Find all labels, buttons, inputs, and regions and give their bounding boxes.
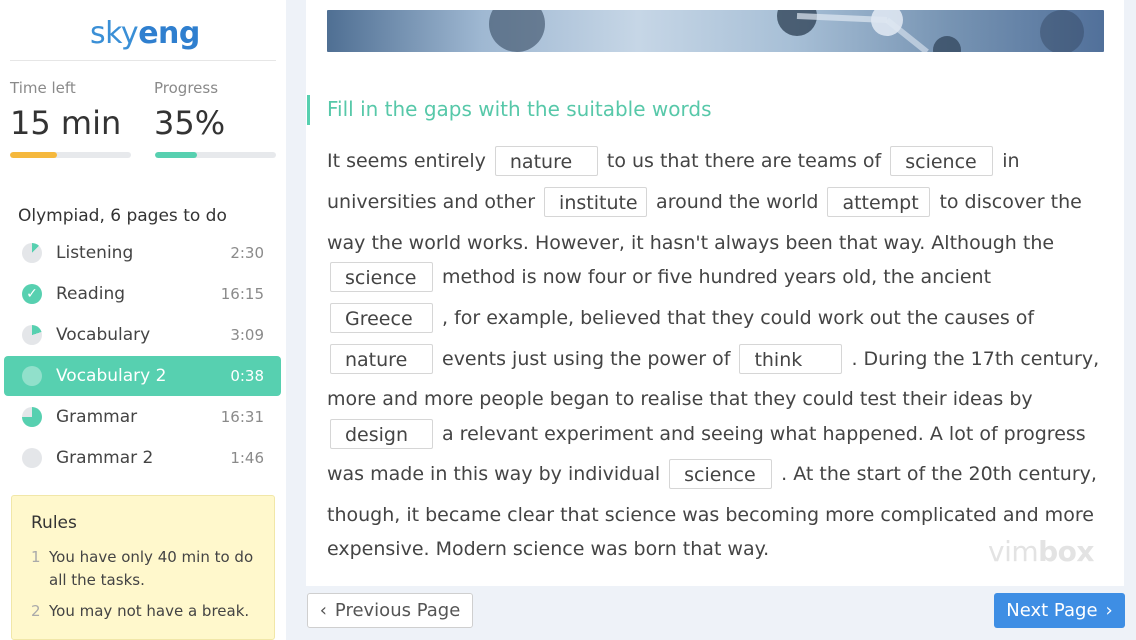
time-left-bar	[10, 152, 131, 158]
gap-answer[interactable]: nature	[494, 146, 598, 176]
task-name: Listening	[56, 243, 134, 263]
passage-text: way the world works. However, it hasn't …	[327, 232, 1055, 254]
task-name: Grammar	[56, 407, 138, 427]
progress-label: Progress	[154, 79, 219, 97]
section-title: Olympiad, 6 pages to do	[18, 206, 227, 226]
task-grammar-2[interactable]: Grammar 2 1:46	[4, 438, 281, 478]
gap-answer[interactable]: science	[669, 459, 773, 489]
next-page-label: Next Page	[1006, 600, 1098, 621]
gap-answer[interactable]: science	[330, 262, 433, 292]
gap-answer[interactable]: attempt	[827, 187, 931, 217]
passage-text: . At the start of the 20th century,	[781, 463, 1097, 485]
passage-text: method is now four or five hundred years…	[442, 266, 992, 288]
sidebar: skyeng Time left 15 min Progress 35% Oly…	[0, 0, 286, 640]
divider	[10, 60, 276, 61]
banner-image	[327, 10, 1104, 52]
time-left-value: 15 min	[10, 104, 122, 142]
rule-number: 1	[31, 548, 41, 566]
passage-line: though, it became clear that science was…	[327, 499, 1094, 531]
passage-text: expensive. Modern science was born that …	[327, 538, 770, 560]
task-name: Reading	[56, 284, 126, 304]
task-name: Grammar 2	[56, 448, 154, 468]
passage-text: more and more people began to realise th…	[327, 388, 1033, 410]
passage-text: , for example, believed that they could …	[442, 307, 1035, 329]
pie-progress-icon	[22, 243, 42, 263]
task-vocabulary[interactable]: Vocabulary 3:09	[4, 315, 281, 355]
task-name: Vocabulary	[56, 325, 151, 345]
gap-answer[interactable]: science	[890, 146, 994, 176]
circle-icon	[22, 448, 42, 468]
previous-page-label: Previous Page	[334, 600, 461, 621]
passage-text: was made in this way by individual	[327, 463, 661, 485]
watermark-text-box: box	[1038, 535, 1094, 568]
passage-line: was made in this way by individual scien…	[327, 458, 1097, 490]
passage-line: way the world works. However, it hasn't …	[327, 227, 1054, 259]
instruction-heading: Fill in the gaps with the suitable words	[327, 97, 712, 121]
chevron-right-icon: ›	[1105, 600, 1113, 621]
task-time: 16:15	[220, 285, 264, 303]
gap-answer[interactable]: design	[330, 419, 433, 449]
rules-title: Rules	[31, 513, 77, 533]
gap-answer[interactable]: Greece	[330, 303, 433, 333]
task-time: 0:38	[230, 367, 264, 385]
passage-text: universities and other	[327, 191, 536, 213]
pie-progress-icon	[22, 407, 42, 427]
passage-text: to us that there are teams of	[606, 150, 882, 172]
watermark-text-vim: vim	[988, 535, 1039, 568]
task-vocabulary-2[interactable]: Vocabulary 2 0:38	[4, 356, 281, 396]
task-listening[interactable]: Listening 2:30	[4, 233, 281, 273]
rule-text: You may not have a break.	[49, 602, 250, 620]
progress-value: 35%	[154, 104, 226, 142]
progress-bar-fill	[155, 152, 198, 158]
instruction-accent	[307, 95, 310, 125]
task-time: 2:30	[230, 244, 264, 262]
pie-progress-icon	[22, 325, 42, 345]
passage-text: in	[1002, 150, 1020, 172]
passage-text: around the world	[656, 191, 819, 213]
rule-number: 2	[31, 602, 41, 620]
passage-line: nature events just using the power of th…	[327, 343, 1099, 375]
task-name: Vocabulary 2	[56, 366, 167, 386]
skyeng-logo[interactable]: skyeng	[90, 16, 200, 51]
passage-line: more and more people began to realise th…	[327, 383, 1033, 415]
time-left-label: Time left	[10, 79, 76, 97]
check-circle-icon: ✓	[22, 284, 42, 304]
passage-text: events just using the power of	[442, 348, 731, 370]
gap-answer[interactable]: think	[739, 344, 843, 374]
task-reading[interactable]: ✓ Reading 16:15	[4, 274, 281, 314]
passage-text: . During the 17th century,	[851, 348, 1100, 370]
rules-panel: Rules 1 You have only 40 min to do all t…	[11, 495, 275, 640]
logo-text-eng: eng	[138, 16, 200, 51]
task-time: 1:46	[230, 449, 264, 467]
task-time: 3:09	[230, 326, 264, 344]
time-left-bar-fill	[10, 152, 58, 158]
passage-text: to discover the	[939, 191, 1082, 213]
previous-page-button[interactable]: ‹ Previous Page	[307, 593, 473, 628]
progress-bar	[155, 152, 276, 158]
passage-line: expensive. Modern science was born that …	[327, 533, 769, 565]
vimbox-watermark: vimbox	[988, 535, 1094, 568]
task-grammar[interactable]: Grammar 16:31	[4, 397, 281, 437]
rule-text: You have only 40 min to do all the tasks…	[49, 548, 254, 589]
passage-text: a relevant experiment and seeing what ha…	[442, 423, 1086, 445]
chevron-left-icon: ‹	[319, 600, 327, 621]
gap-answer[interactable]: nature	[330, 344, 433, 374]
task-time: 16:31	[220, 408, 264, 426]
gap-answer[interactable]: institute	[544, 187, 648, 217]
circle-icon	[22, 366, 42, 386]
next-page-button[interactable]: Next Page ›	[994, 593, 1125, 628]
passage-text: though, it became clear that science was…	[327, 504, 1094, 526]
passage-line: Greece , for example, believed that they…	[327, 302, 1034, 334]
passage-line: science method is now four or five hundr…	[327, 261, 991, 293]
passage-line: universities and other institute around …	[327, 186, 1082, 218]
logo-text-sky: sky	[90, 16, 139, 51]
passage-line: design a relevant experiment and seeing …	[327, 418, 1086, 450]
molecule-illustration	[489, 10, 1084, 52]
passage-text: It seems entirely	[327, 150, 486, 172]
passage-line: It seems entirely nature to us that ther…	[327, 145, 1020, 177]
